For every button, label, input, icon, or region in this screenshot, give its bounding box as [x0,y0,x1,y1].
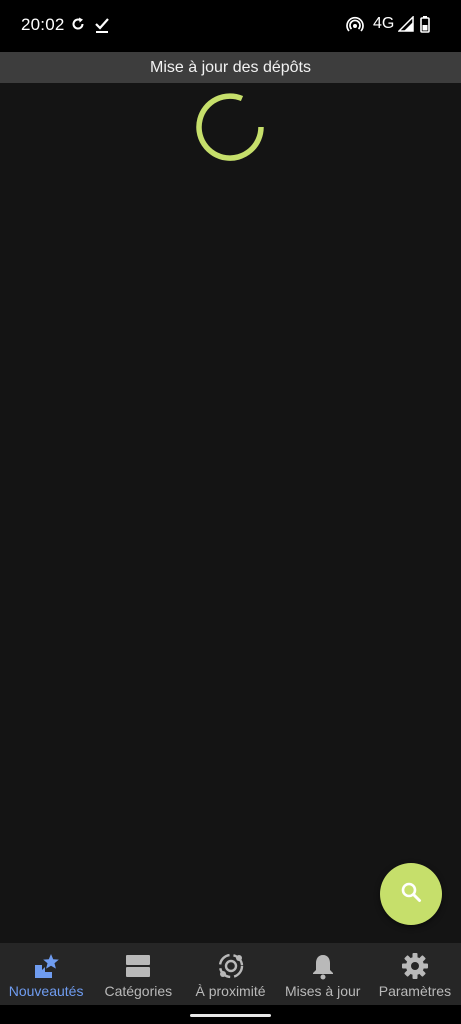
nav-label: Paramètres [378,983,452,999]
nav-item-categories[interactable]: Catégories [92,943,184,1005]
check-icon [94,16,110,39]
new-star-icon [32,952,60,980]
categories-icon [124,952,152,980]
nav-item-updates[interactable]: Mises à jour [277,943,369,1005]
gesture-navigation-area [0,1005,461,1024]
gear-icon [401,952,429,980]
bottom-navigation: Nouveautés Catégories À proximité Mises … [0,943,461,1005]
nav-label: Nouveautés [8,983,84,999]
app-screen: 20:02 4G Mise à jour des dépôts Nouveaut… [0,0,461,1024]
nav-item-nearby[interactable]: À proximité [184,943,276,1005]
battery-icon [420,16,430,38]
nav-label: À proximité [195,983,266,999]
loading-spinner [193,90,267,164]
nearby-icon [217,952,245,980]
search-button[interactable] [380,863,442,925]
nav-label: Mises à jour [284,983,361,999]
status-bar: 20:02 4G [0,0,461,52]
nav-item-nouveautes[interactable]: Nouveautés [0,943,92,1005]
sync-icon [70,16,86,37]
bell-icon [309,952,337,980]
nav-label: Catégories [104,983,173,999]
signal-icon [397,15,414,37]
search-icon [399,880,423,909]
nav-item-settings[interactable]: Paramètres [369,943,461,1005]
hotspot-icon [346,16,364,37]
network-type: 4G [373,15,395,32]
gesture-handle[interactable] [190,1014,271,1017]
content-area [0,83,461,943]
status-time: 20:02 [21,15,65,34]
repo-update-banner: Mise à jour des dépôts [0,52,461,83]
